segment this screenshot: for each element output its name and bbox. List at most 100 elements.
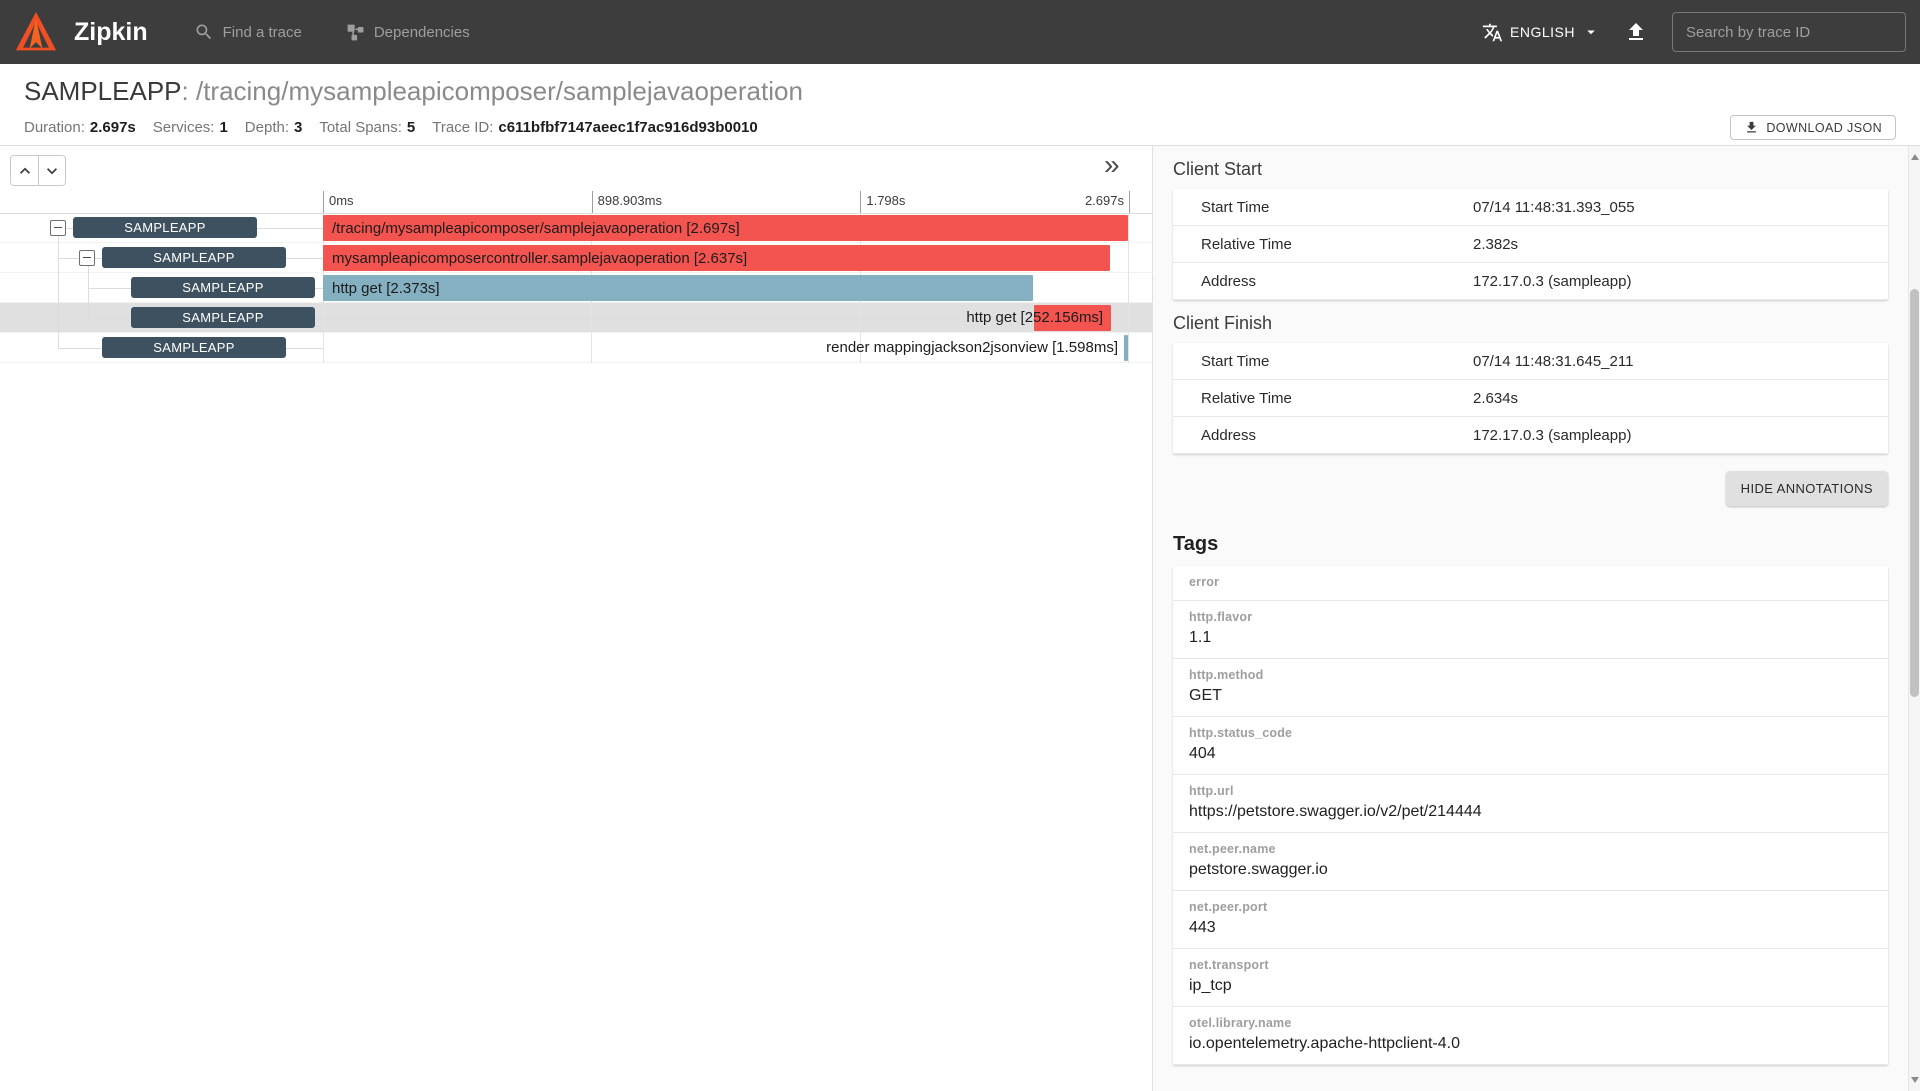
- top-nav-bar: Zipkin Find a trace Dependencies ENGLISH: [0, 0, 1920, 64]
- tag-row: http.urlhttps://petstore.swagger.io/v2/p…: [1173, 775, 1888, 833]
- trace-operation-name: /tracing/mysampleapicomposer/samplejavao…: [196, 76, 803, 106]
- trace-span-row[interactable]: SAMPLEAPP/tracing/mysampleapicomposer/sa…: [0, 213, 1153, 243]
- annotations-container: Client Start Start Time07/14 11:48:31.393…: [1153, 159, 1908, 454]
- stat-label: Duration:: [24, 119, 85, 136]
- trace-span-row[interactable]: SAMPLEAPP mysampleapicomposercontroller.s…: [0, 243, 1153, 273]
- span-navigation-buttons: [10, 155, 66, 186]
- axis-tick: 0ms: [323, 191, 324, 213]
- language-selector[interactable]: ENGLISH: [1482, 22, 1600, 43]
- annotation-label: Address: [1201, 427, 1473, 444]
- span-duration-bar[interactable]: /tracing/mysampleapicomposer/samplejavao…: [323, 215, 1128, 241]
- stat-value: 2.697s: [90, 119, 136, 136]
- trace-stats-bar: Duration: 2.697s Services:1 Depth: 3 Total Sp…: [24, 114, 1896, 141]
- tag-row: net.transport ip_tcp: [1173, 949, 1888, 1007]
- tree-connector-line: [88, 266, 89, 318]
- annotation-label: Start Time: [1201, 199, 1473, 216]
- collapse-detail-panel-icon[interactable]: »: [1104, 150, 1120, 180]
- tag-key: http.status_code: [1189, 726, 1872, 740]
- stat-item: Services:1: [153, 119, 228, 136]
- service-badge[interactable]: SAMPLEAPP: [131, 307, 315, 328]
- tag-value: GET: [1189, 687, 1872, 705]
- next-span-button[interactable]: [38, 156, 65, 185]
- annotation-row: Relative Time2.634s: [1173, 380, 1888, 417]
- chevron-up-icon: [15, 161, 35, 181]
- nav-item-label: Find a trace: [223, 24, 302, 41]
- tag-row: net.peer.port443: [1173, 891, 1888, 949]
- tag-value: io.opentelemetry.apache-httpclient-4.0: [1189, 1035, 1872, 1053]
- span-duration-bar[interactable]: http get [2.373s]: [323, 275, 1033, 301]
- service-badge[interactable]: SAMPLEAPP: [102, 247, 286, 268]
- stat-label: Total Spans:: [319, 119, 402, 136]
- stat-value: 3: [294, 119, 302, 136]
- axis-tick-label: 1.798s: [866, 193, 905, 208]
- page-title: SAMPLEAPP: /tracing/mysampleapicomposer/…: [24, 76, 1896, 106]
- app-title: Zipkin: [74, 18, 148, 47]
- scrollbar-up-arrow-icon[interactable]: [1911, 154, 1919, 160]
- stat-label: Depth:: [245, 119, 289, 136]
- download-icon: [1744, 120, 1759, 135]
- service-badge[interactable]: SAMPLEAPP: [73, 217, 257, 238]
- trace-span-row[interactable]: SAMPLEAPPhttp get [252.156ms]: [0, 303, 1153, 333]
- service-badge[interactable]: SAMPLEAPP: [102, 337, 286, 358]
- axis-tick: 2.697s: [1129, 191, 1130, 213]
- previous-span-button[interactable]: [11, 156, 38, 185]
- annotation-value: 2.634s: [1473, 390, 1518, 407]
- download-json-label: DOWNLOAD JSON: [1766, 121, 1882, 135]
- tag-key: http.method: [1189, 668, 1872, 682]
- download-json-button[interactable]: DOWNLOAD JSON: [1730, 115, 1896, 140]
- nav-dependencies[interactable]: Dependencies: [346, 23, 470, 42]
- upload-trace-button[interactable]: [1624, 20, 1648, 44]
- tag-key: net.transport: [1189, 958, 1872, 972]
- stat-label: Services:: [153, 119, 215, 136]
- upload-icon: [1624, 20, 1648, 44]
- service-badge[interactable]: SAMPLEAPP: [131, 277, 315, 298]
- tag-value: petstore.swagger.io: [1189, 861, 1872, 879]
- nav-find-a-trace[interactable]: Find a trace: [194, 22, 302, 42]
- hide-annotations-button[interactable]: HIDE ANNOTATIONS: [1726, 471, 1888, 506]
- search-icon: [194, 22, 214, 42]
- span-label: http get [2.373s]: [323, 280, 440, 297]
- annotation-row: Relative Time2.382s: [1173, 226, 1888, 263]
- span-duration-bar[interactable]: [1124, 335, 1128, 361]
- scrollbar-down-arrow-icon[interactable]: [1911, 1077, 1919, 1083]
- search-by-trace-id-input[interactable]: [1672, 12, 1906, 52]
- tag-value: 404: [1189, 745, 1872, 763]
- tag-value: 1.1: [1189, 629, 1872, 647]
- collapse-span-toggle[interactable]: [79, 250, 95, 266]
- main-content: » 0ms898.903ms1.798s2.697s SAMPLEAPP/tra…: [0, 146, 1920, 1091]
- annotation-row: Address172.17.0.3 (sampleapp): [1173, 417, 1888, 454]
- annotation-row: Start Time07/14 11:48:31.645_211: [1173, 343, 1888, 380]
- annotation-section-title: Client Start: [1173, 159, 1888, 180]
- translate-icon: [1482, 22, 1503, 43]
- span-duration-bar[interactable]: mysampleapicomposercontroller.samplejava…: [323, 245, 1110, 271]
- title-separator: :: [182, 76, 196, 106]
- axis-tick-label: 2.697s: [1085, 193, 1124, 208]
- annotation-value: 2.382s: [1473, 236, 1518, 253]
- tags-card: error http.flavor 1.1 http.method GET http.st…: [1173, 566, 1888, 1065]
- annotation-section-title: Client Finish: [1173, 313, 1888, 334]
- tag-row: error: [1173, 566, 1888, 601]
- annotation-row: Start Time07/14 11:48:31.393_055: [1173, 189, 1888, 226]
- annotation-value: 172.17.0.3 (sampleapp): [1473, 273, 1631, 290]
- tag-key: error: [1189, 575, 1872, 589]
- tag-key: http.flavor: [1189, 610, 1872, 624]
- stat-value: c611bfbf7147aeec1f7ac916d93b0010: [498, 119, 757, 136]
- trace-span-row[interactable]: SAMPLEAPP http get [2.373s]: [0, 273, 1153, 303]
- tag-value: 443: [1189, 919, 1872, 937]
- annotation-card: Start Time07/14 11:48:31.393_055Relative…: [1173, 189, 1888, 300]
- collapse-span-toggle[interactable]: [50, 220, 66, 236]
- trace-span-row[interactable]: SAMPLEAPP render mappingjackson2jsonview …: [0, 333, 1153, 363]
- dependencies-icon: [346, 23, 365, 42]
- trace-service-name: SAMPLEAPP: [24, 76, 182, 106]
- axis-tick-label: 0ms: [329, 193, 354, 208]
- tree-connector-line: [58, 236, 59, 348]
- span-label: render mappingjackson2jsonview [1.598ms]: [826, 333, 1118, 363]
- annotation-label: Start Time: [1201, 353, 1473, 370]
- tag-value: ip_tcp: [1189, 977, 1872, 995]
- tag-row: http.flavor 1.1: [1173, 601, 1888, 659]
- stat-label: Trace ID:: [432, 119, 493, 136]
- tag-key: otel.library.name: [1189, 1016, 1872, 1030]
- scrollbar-thumb[interactable]: [1910, 289, 1919, 697]
- tags-title: Tags: [1173, 533, 1888, 556]
- stat-item: Depth: 3: [245, 119, 303, 136]
